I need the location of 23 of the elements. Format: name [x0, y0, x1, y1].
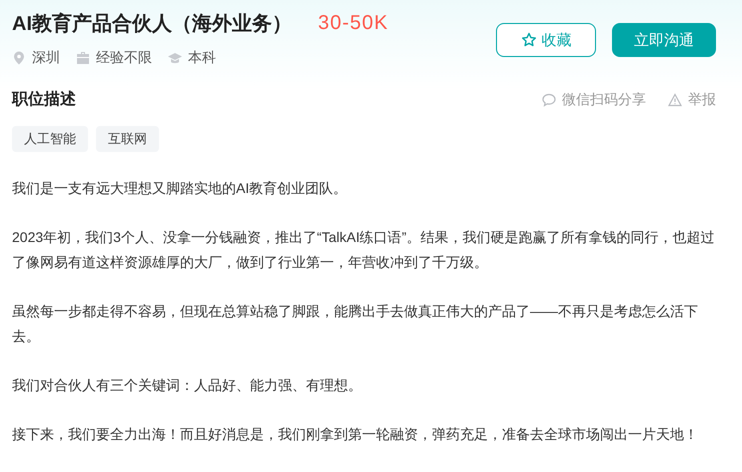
graduation-cap-icon	[168, 51, 182, 65]
warning-icon	[668, 92, 682, 106]
description-paragraph: 2023年初，我们3个人、没拿一分钱融资，推出了“TalkAI练口语”。结果，我们硬是跑赢了所有拿钱的同行，也超过了像网易有道这样资源雄厚的大厂，做到了行业第一，年营收冲到了千万级。	[12, 228, 716, 272]
description-paragraph: 虽然每一步都走得不容易，但现在总算站稳了脚跟，能腾出手去做真正伟大的产品了——不再只是考虑怎么活下去。	[12, 302, 699, 346]
report-link[interactable]: 举报	[668, 90, 716, 108]
location-pin-icon	[12, 51, 26, 65]
briefcase-icon	[76, 51, 90, 65]
job-requirement: 深圳	[32, 49, 60, 67]
star-icon	[520, 32, 536, 48]
chat-bubble-icon	[542, 92, 556, 106]
job-requirement: 本科	[188, 49, 216, 67]
section-title: 职位描述	[12, 90, 76, 110]
job-title: AI教育产品合伙人（海外业务）	[12, 11, 292, 37]
description-paragraph: 我们对合伙人有三个关键词：人品好、能力强、有理想。	[12, 376, 363, 395]
share-link[interactable]: 微信扫码分享	[542, 90, 646, 108]
job-requirement: 经验不限	[96, 49, 152, 67]
salary-range: 30-50K	[318, 12, 388, 35]
chat-button[interactable]: 立即沟通	[612, 23, 716, 57]
skill-tag: 人工智能	[12, 126, 88, 152]
description-paragraph: 接下来，我们要全力出海！而且好消息是，我们刚拿到第一轮融资，弹药充足，准备去全球市场闯出一片天地！	[12, 425, 699, 444]
description-paragraph: 我们是一支有远大理想又脚踏实地的AI教育创业团队。	[12, 179, 348, 198]
favorite-button[interactable]: 收藏	[496, 23, 596, 57]
skill-tag: 互联网	[96, 126, 159, 152]
